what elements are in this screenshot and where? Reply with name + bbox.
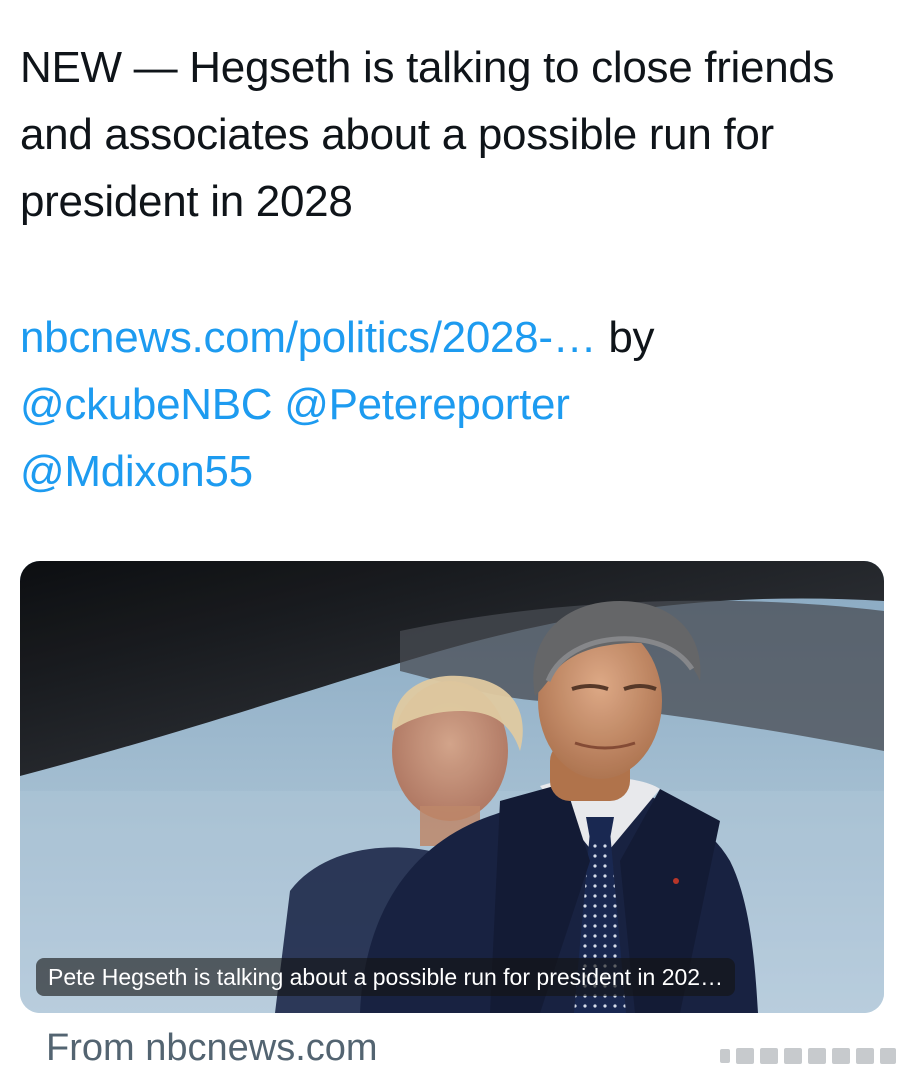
- image-caption: Pete Hegseth is talking about a possible…: [36, 958, 736, 996]
- mention-ckubenbc[interactable]: @ckubeNBC: [20, 380, 273, 429]
- article-photo: [20, 561, 884, 1013]
- tweet-links: nbcnews.com/politics/2028-… by @ckubeNBC…: [20, 304, 880, 505]
- mention-petereporter[interactable]: @Petereporter: [284, 380, 570, 429]
- article-link[interactable]: nbcnews.com/politics/2028-…: [20, 313, 597, 362]
- mention-mdixon55[interactable]: @Mdixon55: [20, 447, 253, 496]
- link-preview-card[interactable]: [20, 561, 884, 1013]
- by-label: by: [596, 313, 655, 362]
- card-source[interactable]: From nbcnews.com: [46, 1024, 378, 1072]
- tweet-text: NEW — Hegseth is talking to close friend…: [20, 43, 835, 226]
- watermark-icon: [720, 1048, 896, 1064]
